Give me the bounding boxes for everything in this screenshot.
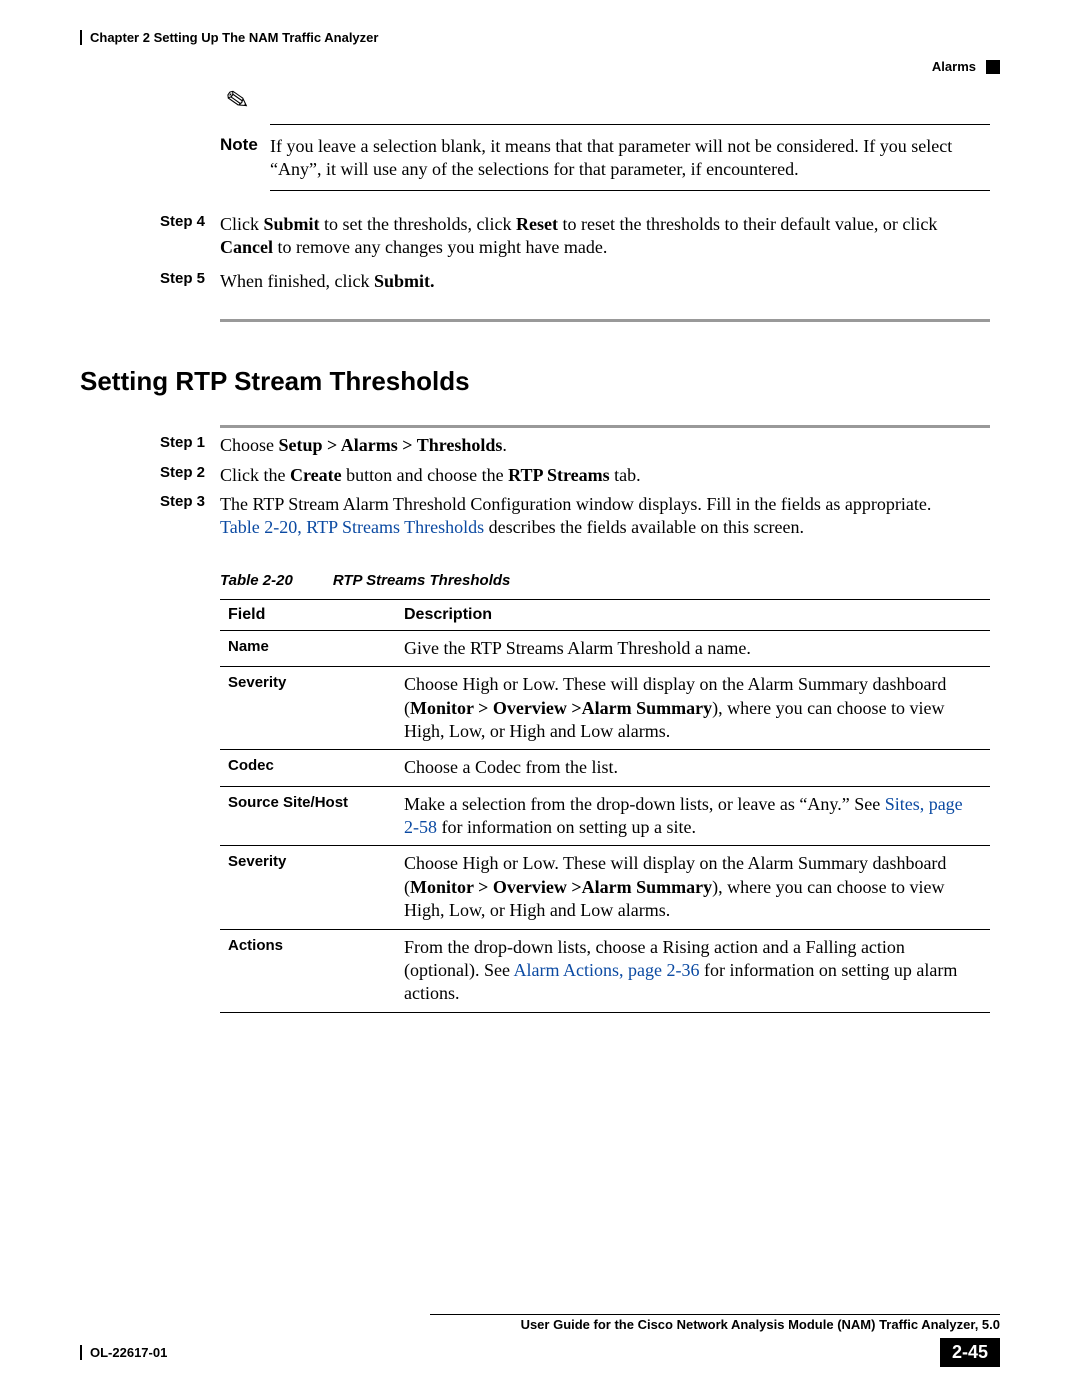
footer-title: User Guide for the Cisco Network Analysi…: [80, 1317, 1000, 1332]
section-divider: [220, 425, 990, 428]
table-row: Severity Choose High or Low. These will …: [220, 846, 990, 929]
running-header-left: Chapter 2 Setting Up The NAM Traffic Ana…: [80, 30, 378, 45]
page-number: 2-45: [940, 1338, 1000, 1367]
step-label: Step 1: [160, 434, 220, 457]
table-row: Name Give the RTP Streams Alarm Threshol…: [220, 630, 990, 666]
note-block: ✎ Note If you leave a selection blank, i…: [220, 124, 990, 191]
section-heading: Setting RTP Stream Thresholds: [80, 366, 1000, 397]
step-text: When finished, click Submit.: [220, 270, 434, 293]
step-text: The RTP Stream Alarm Threshold Configura…: [220, 493, 931, 540]
doc-number: OL-22617-01: [80, 1345, 167, 1360]
step-3: Step 3 The RTP Stream Alarm Threshold Co…: [160, 493, 990, 540]
alarm-actions-link[interactable]: Alarm Actions, page 2-36: [513, 960, 699, 980]
section-divider: [220, 319, 990, 322]
table-row: Codec Choose a Codec from the list.: [220, 750, 990, 786]
step-text: Click the Create button and choose the R…: [220, 464, 641, 487]
header-marker-icon: [986, 60, 1000, 74]
step-4: Step 4 Click Submit to set the threshold…: [160, 213, 990, 260]
page-footer: User Guide for the Cisco Network Analysi…: [80, 1314, 1000, 1367]
pencil-icon: ✎: [224, 86, 252, 118]
step-5: Step 5 When finished, click Submit.: [160, 270, 990, 293]
col-description: Description: [396, 599, 990, 630]
step-label: Step 4: [160, 213, 220, 260]
step-2: Step 2 Click the Create button and choos…: [160, 464, 990, 487]
table-row: Source Site/Host Make a selection from t…: [220, 786, 990, 846]
col-field: Field: [220, 599, 396, 630]
step-label: Step 3: [160, 493, 220, 540]
table-row: Actions From the drop-down lists, choose…: [220, 929, 990, 1012]
step-text: Choose Setup > Alarms > Thresholds.: [220, 434, 507, 457]
note-text: If you leave a selection blank, it means…: [270, 135, 990, 180]
note-label: Note: [220, 135, 270, 180]
table-row: Severity Choose High or Low. These will …: [220, 667, 990, 750]
step-text: Click Submit to set the thresholds, clic…: [220, 213, 990, 260]
step-1: Step 1 Choose Setup > Alarms > Threshold…: [160, 434, 990, 457]
step-label: Step 2: [160, 464, 220, 487]
table-link[interactable]: Table 2-20, RTP Streams Thresholds: [220, 517, 484, 537]
running-header-right: Alarms: [932, 59, 976, 74]
table-caption: Table 2-20RTP Streams Thresholds: [220, 572, 1000, 589]
step-label: Step 5: [160, 270, 220, 293]
fields-table: Field Description Name Give the RTP Stre…: [220, 599, 990, 1013]
